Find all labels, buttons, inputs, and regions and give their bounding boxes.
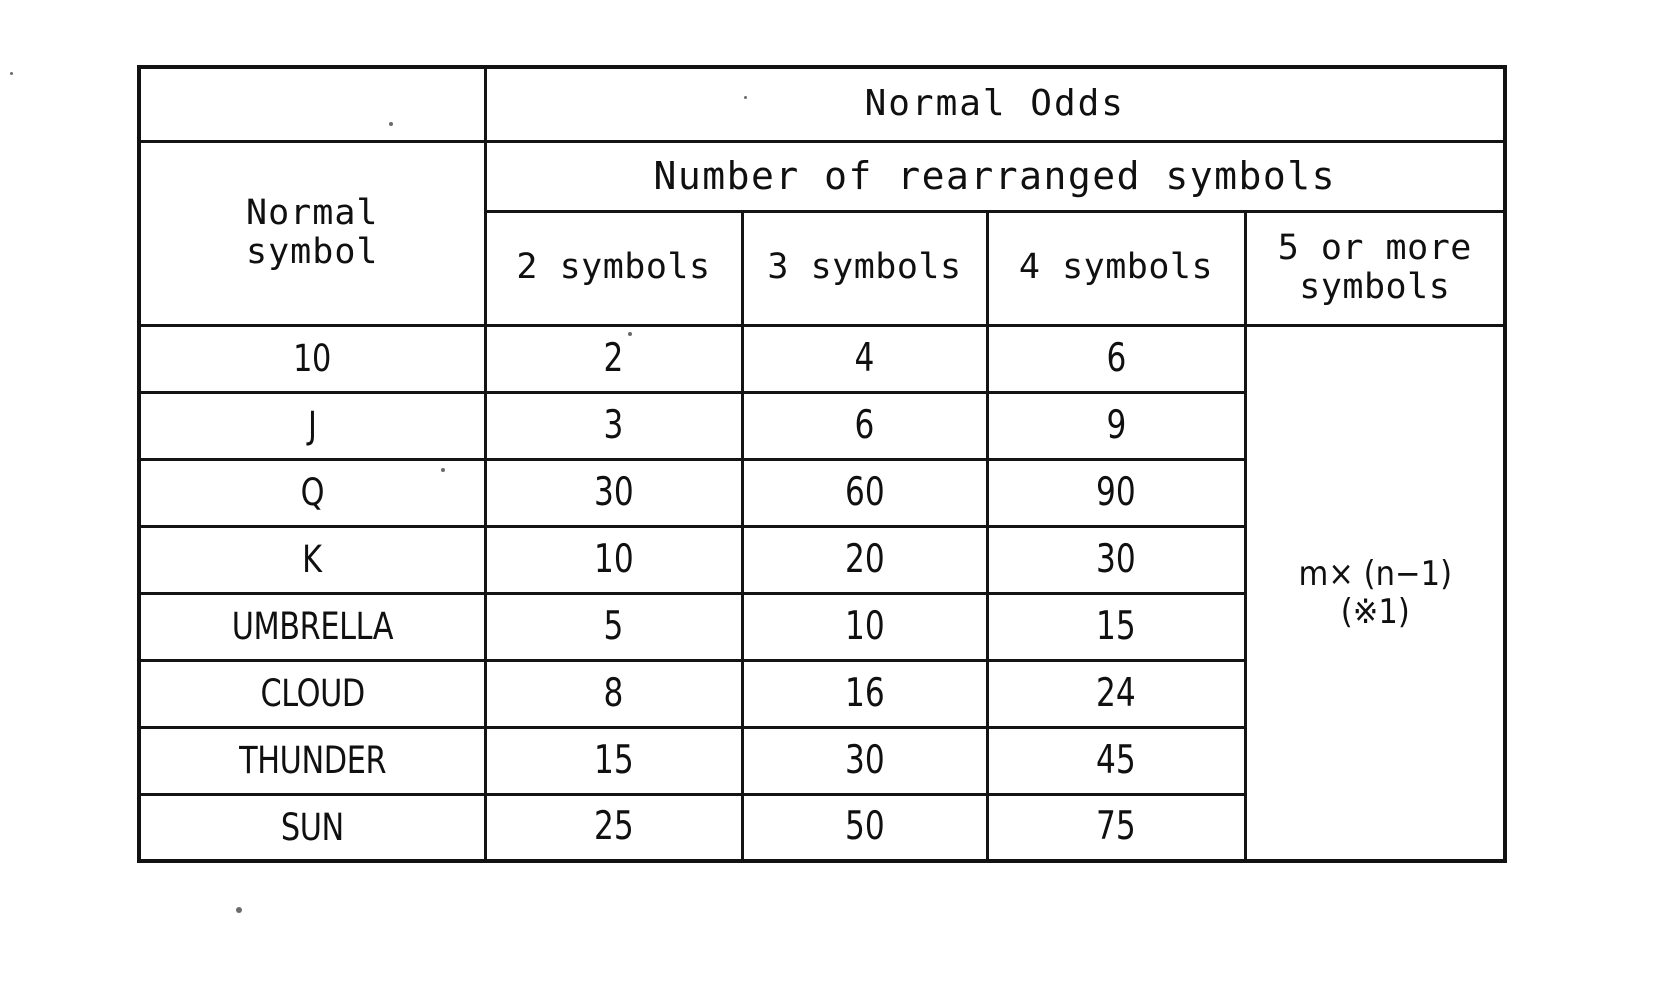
header-normal-odds-label: Normal Odds [864, 83, 1125, 125]
cell-3-symbols: 60 [740, 457, 989, 528]
cell-4-symbols: 45 [985, 725, 1247, 796]
cell-3-symbols-value: 30 [844, 737, 885, 783]
cell-2-symbols-value: 8 [603, 670, 624, 716]
cell-3-symbols: 10 [740, 591, 989, 662]
header-normal-odds: Normal Odds [483, 65, 1507, 143]
cell-4-symbols-value: 75 [1096, 804, 1136, 850]
cell-2-symbols: 3 [483, 390, 744, 461]
cell-2-symbols: 10 [483, 524, 744, 595]
header-normal-symbol: Normal symbol [137, 139, 487, 327]
formula-line-1: m× (n−1) [1297, 553, 1452, 594]
header-normal-symbol-line1: Normal [246, 192, 379, 233]
cell-2-symbols: 25 [483, 792, 744, 863]
cell-symbol: K [137, 524, 487, 595]
cell-3-symbols-value: 20 [844, 536, 885, 582]
cell-2-symbols-value: 10 [593, 536, 634, 582]
header-5-or-more-symbols-lines: 5 or more symbols [1247, 227, 1504, 307]
header-3-symbols-label: 3 symbols [767, 247, 962, 288]
cell-symbol: UMBRELLA [137, 591, 487, 662]
cell-4-symbols: 15 [985, 591, 1247, 662]
header-5-or-more-symbols: 5 or more symbols [1243, 209, 1507, 327]
patent-figure: Normal Odds Normal symbol Number of rear… [0, 0, 1662, 981]
cell-3-symbols: 20 [740, 524, 989, 595]
scan-speckle [628, 332, 632, 336]
scan-speckle [441, 468, 445, 472]
header-normal-symbol-lines: Normal symbol [141, 192, 484, 272]
cell-symbol: 10 [137, 323, 487, 394]
cell-3-symbols-value: 60 [844, 469, 885, 515]
scan-speckle [744, 96, 747, 99]
cell-2-symbols-value: 25 [593, 804, 634, 850]
cell-4-symbols: 90 [985, 457, 1247, 528]
cell-symbol-label: J [307, 403, 317, 447]
scan-speckle [389, 122, 393, 126]
cell-2-symbols: 2 [483, 323, 744, 394]
cell-5-or-more-formula-lines: m× (n−1) (※1) [1259, 555, 1490, 631]
cell-symbol-label: SUN [280, 805, 344, 849]
table-row: 10 2 4 6 m× (n−1) (※1) [137, 323, 1507, 863]
cell-3-symbols: 30 [740, 725, 989, 796]
scan-speckle [236, 907, 242, 913]
cell-4-symbols-value: 6 [1106, 335, 1126, 381]
cell-2-symbols: 8 [483, 658, 744, 729]
header-row-normal-odds: Normal Odds [137, 65, 1507, 143]
cell-3-symbols: 4 [740, 323, 989, 394]
header-number-of-rearranged-symbols-label: Number of rearranged symbols [653, 153, 1337, 198]
header-number-of-rearranged-symbols: Number of rearranged symbols [483, 139, 1507, 213]
cell-4-symbols: 24 [985, 658, 1247, 729]
normal-odds-table: Normal Odds Normal symbol Number of rear… [137, 65, 1508, 863]
cell-4-symbols-value: 15 [1096, 603, 1136, 649]
cell-4-symbols: 6 [985, 323, 1247, 394]
cell-4-symbols: 30 [985, 524, 1247, 595]
corner-cell-blank [137, 65, 487, 143]
cell-2-symbols-value: 15 [593, 737, 634, 783]
cell-2-symbols-value: 30 [593, 469, 634, 515]
header-4-symbols-label: 4 symbols [1018, 247, 1214, 288]
cell-4-symbols: 75 [985, 792, 1247, 863]
header-5-or-more-symbols-line1: 5 or more [1277, 227, 1472, 268]
cell-symbol-label: 10 [293, 336, 332, 380]
cell-4-symbols-value: 45 [1096, 737, 1136, 783]
cell-symbol-label: CLOUD [260, 671, 365, 715]
header-2-symbols: 2 symbols [483, 209, 744, 327]
header-row-rearranged: Normal symbol Number of rearranged symbo… [137, 139, 1507, 327]
header-5-or-more-symbols-line2: symbols [1299, 267, 1451, 307]
cell-2-symbols: 15 [483, 725, 744, 796]
cell-3-symbols: 16 [740, 658, 989, 729]
cell-4-symbols-value: 9 [1106, 402, 1126, 448]
cell-2-symbols: 30 [483, 457, 744, 528]
cell-3-symbols: 50 [740, 792, 989, 863]
cell-3-symbols: 6 [740, 390, 989, 461]
cell-2-symbols-value: 2 [603, 335, 624, 381]
cell-2-symbols-value: 5 [603, 603, 624, 649]
header-2-symbols-label: 2 symbols [516, 247, 711, 288]
cell-3-symbols-value: 4 [854, 335, 875, 381]
cell-4-symbols-value: 24 [1096, 670, 1136, 716]
cell-symbol: SUN [137, 792, 487, 863]
cell-symbol-label: UMBRELLA [231, 604, 394, 648]
cell-4-symbols-value: 30 [1096, 536, 1136, 582]
scan-speckle [10, 72, 13, 75]
cell-3-symbols-value: 50 [844, 804, 885, 850]
cell-symbol: Q [137, 457, 487, 528]
header-4-symbols: 4 symbols [985, 209, 1247, 327]
formula-line-2: (※1) [1340, 591, 1410, 632]
cell-3-symbols-value: 6 [854, 402, 875, 448]
header-3-symbols: 3 symbols [740, 209, 989, 327]
cell-2-symbols-value: 3 [603, 402, 624, 448]
cell-symbol-label: Q [300, 470, 325, 514]
cell-3-symbols-value: 10 [844, 603, 885, 649]
header-normal-symbol-line2: symbol [246, 232, 379, 272]
cell-symbol: J [137, 390, 487, 461]
cell-symbol-label: THUNDER [238, 738, 386, 782]
cell-symbol: THUNDER [137, 725, 487, 796]
cell-symbol-label: K [302, 537, 322, 581]
cell-symbol: CLOUD [137, 658, 487, 729]
cell-4-symbols-value: 90 [1096, 469, 1136, 515]
cell-4-symbols: 9 [985, 390, 1247, 461]
cell-2-symbols: 5 [483, 591, 744, 662]
cell-5-or-more-formula: m× (n−1) (※1) [1243, 323, 1507, 863]
cell-3-symbols-value: 16 [844, 670, 885, 716]
